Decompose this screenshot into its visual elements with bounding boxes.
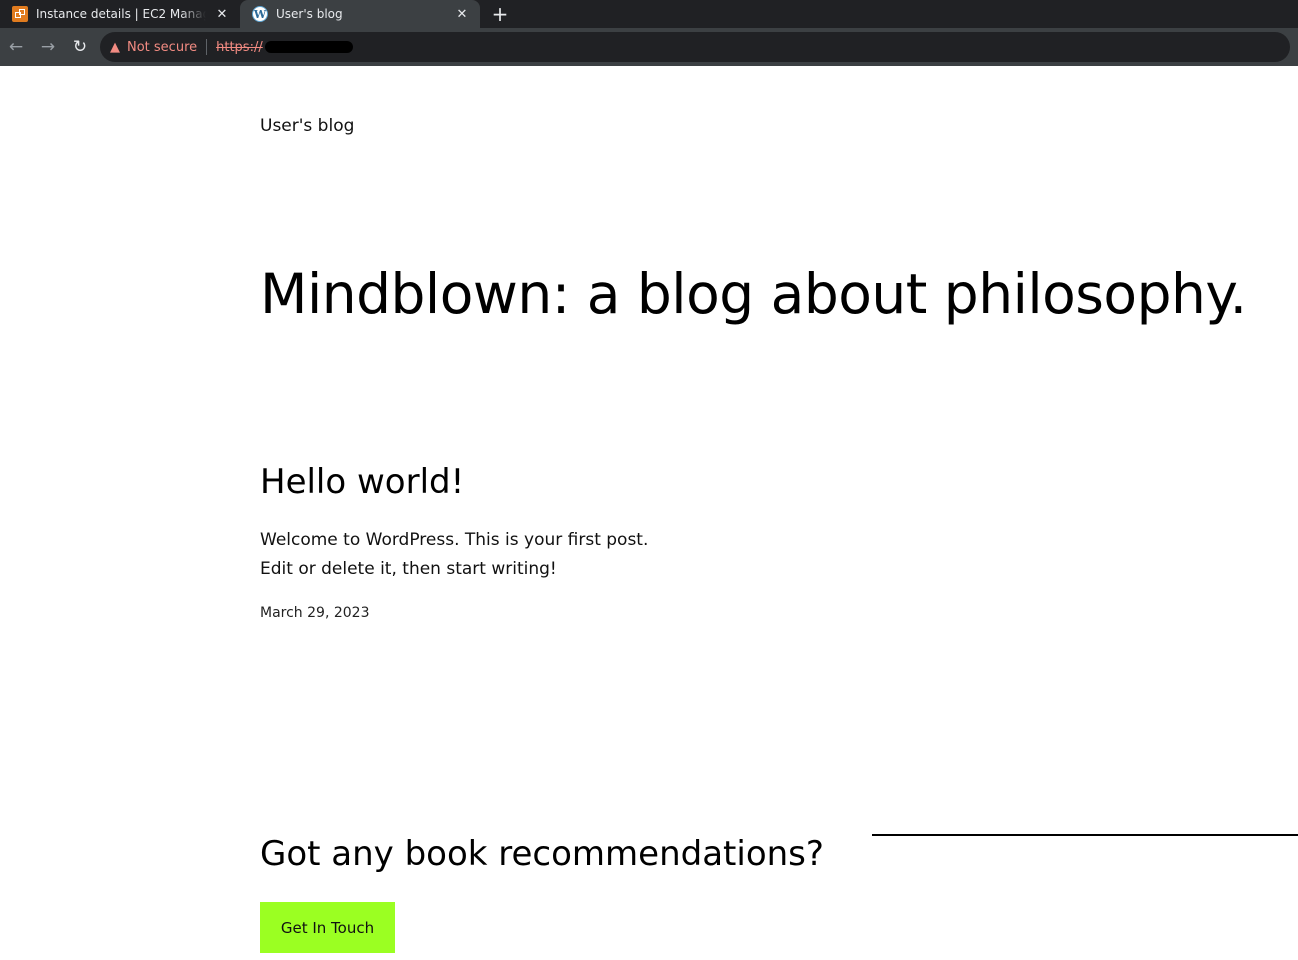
tab-users-blog[interactable]: W User's blog ✕	[240, 0, 480, 28]
arrow-right-icon: →	[40, 37, 56, 57]
page-content: User's blog Mindblown: a blog about phil…	[260, 66, 1298, 960]
tab-ec2-instance-details[interactable]: Instance details | EC2 Management ✕	[0, 0, 240, 28]
url-text: https://	[216, 39, 263, 55]
excerpt-line: Edit or delete it, then start writing!	[260, 559, 557, 579]
divider	[206, 39, 208, 55]
arrow-left-icon: ←	[8, 37, 24, 57]
section-divider	[872, 834, 1298, 836]
get-in-touch-button[interactable]: Get In Touch	[260, 902, 395, 953]
post-excerpt: Welcome to WordPress. This is your first…	[260, 526, 648, 584]
warning-icon: ▲	[110, 39, 120, 55]
security-status[interactable]: Not secure	[127, 40, 197, 55]
tab-strip: Instance details | EC2 Management ✕ W Us…	[0, 0, 1298, 28]
close-icon[interactable]: ✕	[214, 6, 230, 22]
reload-button[interactable]: ↻	[64, 31, 96, 63]
address-bar[interactable]: ▲ Not secure https://	[100, 32, 1290, 62]
close-icon[interactable]: ✕	[454, 6, 470, 22]
tab-title: User's blog	[276, 7, 343, 21]
site-title[interactable]: User's blog	[260, 116, 354, 136]
forward-button[interactable]: →	[32, 31, 64, 63]
wordpress-icon: W	[252, 6, 268, 22]
redaction-mark	[264, 41, 353, 53]
post-title[interactable]: Hello world!	[260, 462, 464, 502]
new-tab-button[interactable]: +	[480, 0, 520, 28]
post-date[interactable]: March 29, 2023	[260, 605, 369, 621]
hero-heading: Mindblown: a blog about philosophy.	[260, 262, 1247, 326]
reload-icon: ↻	[72, 37, 88, 57]
tab-title: Instance details | EC2 Management	[36, 7, 206, 21]
browser-toolbar: ← → ↻ ▲ Not secure https://	[0, 28, 1298, 66]
cta-heading: Got any book recommendations?	[260, 834, 824, 874]
back-button[interactable]: ←	[0, 31, 32, 63]
excerpt-line: Welcome to WordPress. This is your first…	[260, 530, 649, 550]
aws-ec2-icon	[12, 6, 28, 22]
